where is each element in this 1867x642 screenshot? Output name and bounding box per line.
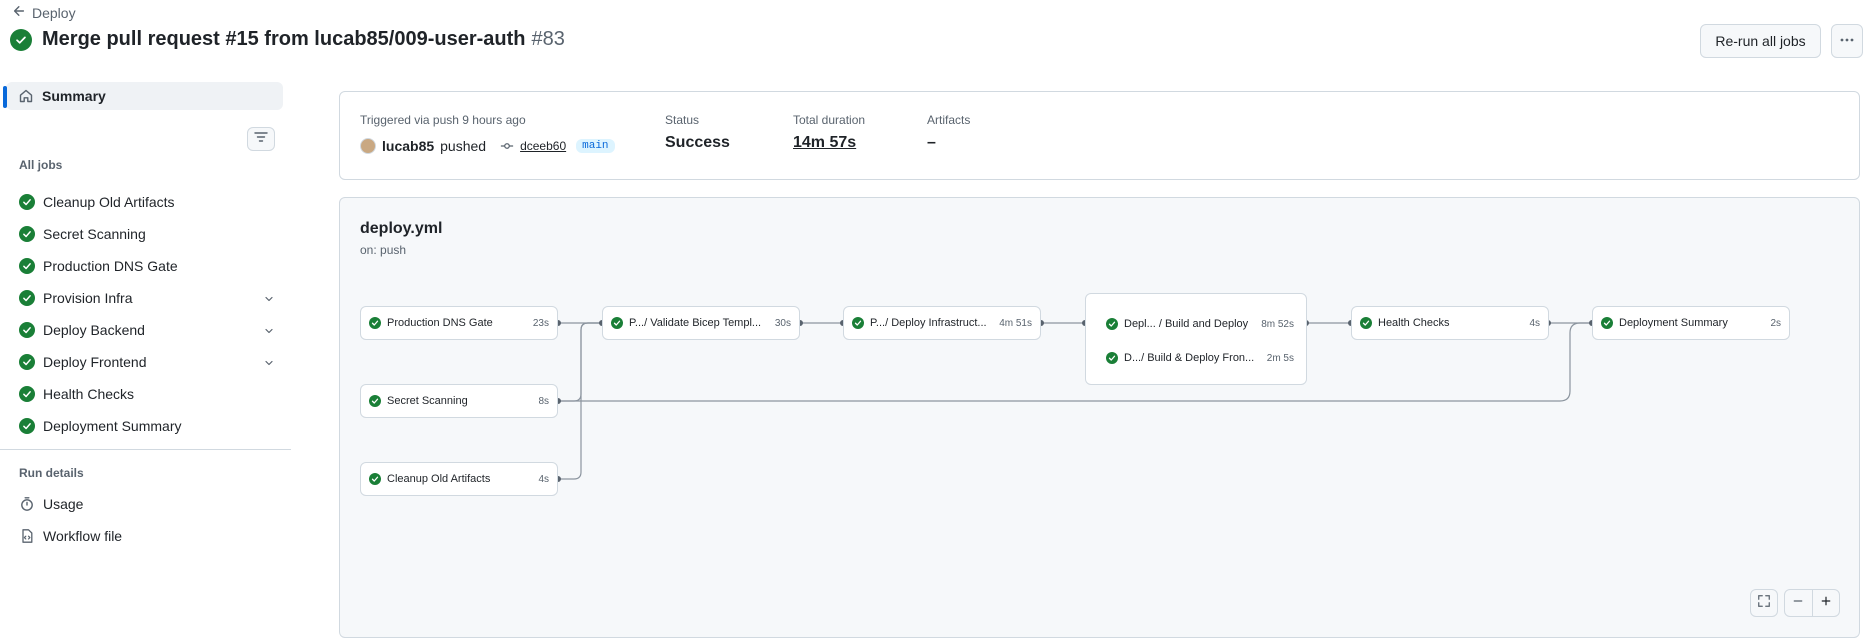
job-node-label: P.../ Validate Bicep Templ... [629, 317, 762, 329]
job-node-deploy-infrastructure[interactable]: P.../ Deploy Infrastruct... 4m 51s [843, 306, 1041, 340]
zoom-controls [1784, 589, 1840, 617]
job-node-production-dns-gate[interactable]: Production DNS Gate 23s [360, 306, 558, 340]
job-node-duration: 8s [538, 395, 549, 407]
zoom-in-button[interactable] [1813, 590, 1840, 616]
success-check-icon [852, 317, 864, 329]
success-check-icon [1106, 318, 1118, 330]
fullscreen-button[interactable] [1750, 589, 1778, 617]
job-node-build-and-deploy[interactable]: Depl... / Build and Deploy 8m 52s [1086, 312, 1306, 336]
job-node-health-checks[interactable]: Health Checks 4s [1351, 306, 1549, 340]
job-node-duration: 23s [532, 317, 549, 329]
fullscreen-icon [1757, 594, 1771, 613]
job-node-deployment-summary[interactable]: Deployment Summary 2s [1592, 306, 1790, 340]
job-node-label: Deployment Summary [1619, 317, 1728, 329]
plus-icon [1820, 594, 1832, 612]
job-node-duration: 30s [774, 317, 791, 329]
minus-icon [1792, 594, 1804, 612]
success-check-icon [369, 317, 381, 329]
success-check-icon [1360, 317, 1372, 329]
zoom-out-button[interactable] [1785, 590, 1813, 616]
job-node-duration: 2m 5s [1266, 352, 1294, 364]
success-check-icon [611, 317, 623, 329]
job-node-label: Cleanup Old Artifacts [387, 473, 491, 485]
job-node-secret-scanning[interactable]: Secret Scanning 8s [360, 384, 558, 418]
job-node-label: Production DNS Gate [387, 317, 493, 329]
job-node-duration: 8m 52s [1261, 318, 1294, 330]
job-group-deploy: Depl... / Build and Deploy 8m 52s D.../ … [1085, 293, 1307, 385]
job-node-cleanup-old-artifacts[interactable]: Cleanup Old Artifacts 4s [360, 462, 558, 496]
job-node-validate-bicep[interactable]: P.../ Validate Bicep Templ... 30s [602, 306, 800, 340]
job-node-duration: 2s [1770, 317, 1781, 329]
success-check-icon [369, 473, 381, 485]
job-node-duration: 4s [1529, 317, 1540, 329]
job-node-build-deploy-frontend[interactable]: D.../ Build & Deploy Fron... 2m 5s [1086, 346, 1306, 370]
job-node-label: Health Checks [1378, 317, 1450, 329]
success-check-icon [1106, 352, 1118, 364]
job-node-duration: 4s [538, 473, 549, 485]
success-check-icon [1601, 317, 1613, 329]
job-node-label: Depl... / Build and Deploy [1124, 318, 1249, 330]
job-node-label: D.../ Build & Deploy Fron... [1124, 352, 1255, 364]
job-node-label: Secret Scanning [387, 395, 468, 407]
success-check-icon [369, 395, 381, 407]
job-node-label: P.../ Deploy Infrastruct... [870, 317, 987, 329]
job-node-duration: 4m 51s [999, 317, 1032, 329]
